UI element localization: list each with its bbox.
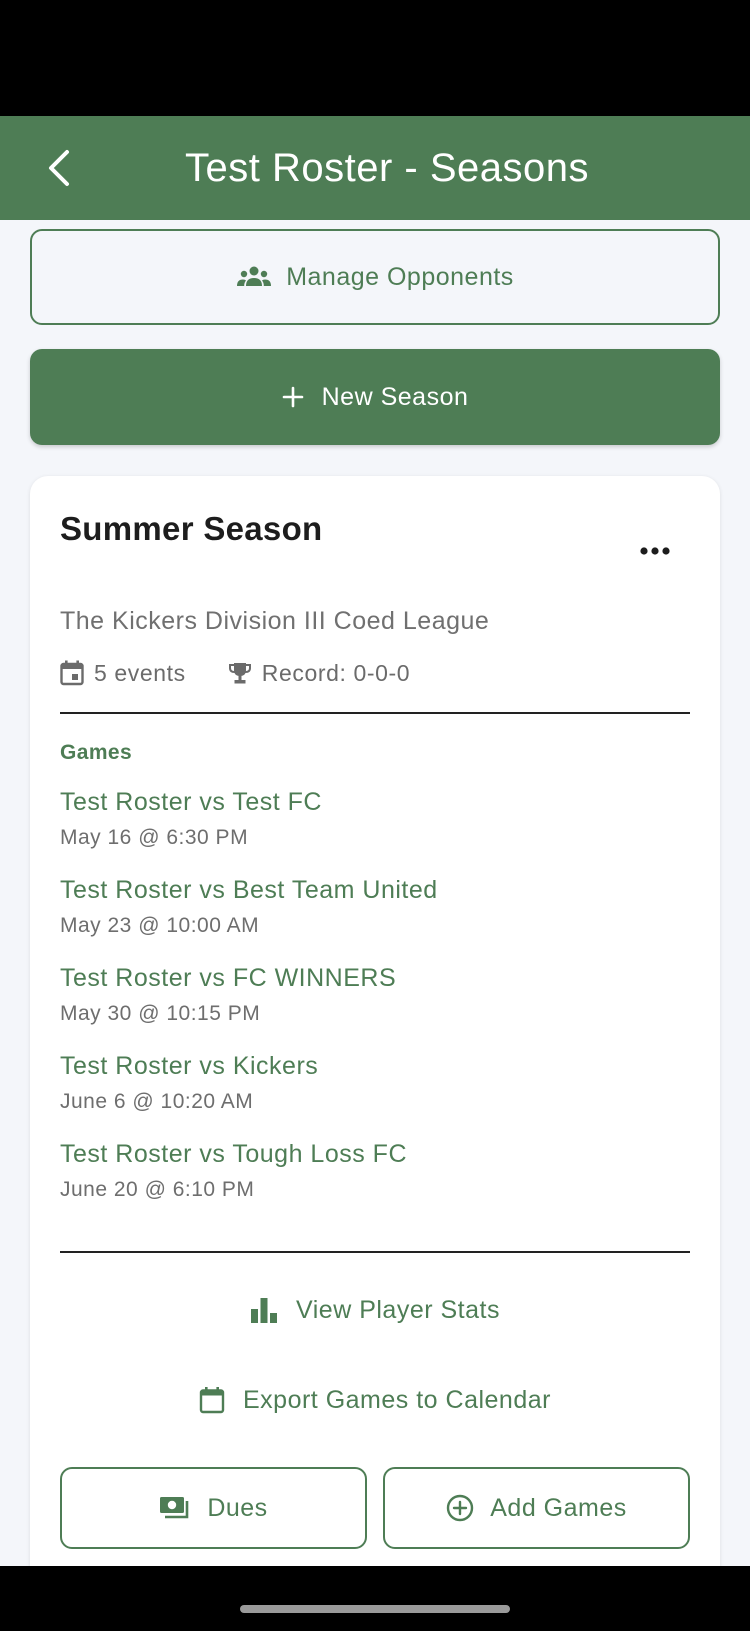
view-player-stats-button[interactable]: View Player Stats <box>30 1280 720 1340</box>
export-calendar-label: Export Games to Calendar <box>243 1385 551 1414</box>
status-bar <box>0 0 750 116</box>
game-time: June 20 @ 6:10 PM <box>60 1178 255 1201</box>
games-heading: Games <box>60 741 133 764</box>
game-title: Test Roster vs Test FC <box>60 788 322 816</box>
game-time: June 6 @ 10:20 AM <box>60 1090 254 1113</box>
games-list: Test Roster vs Test FC May 16 @ 6:30 PM … <box>60 787 690 1227</box>
add-circle-icon <box>446 1494 474 1522</box>
add-games-label: Add Games <box>490 1493 627 1522</box>
add-games-button[interactable]: Add Games <box>383 1467 690 1549</box>
season-title: Summer Season <box>60 510 323 547</box>
new-season-button[interactable]: New Season <box>30 349 720 445</box>
game-item[interactable]: Test Roster vs Test FC May 16 @ 6:30 PM <box>60 787 690 875</box>
game-title: Test Roster vs Kickers <box>60 1052 319 1080</box>
game-item[interactable]: Test Roster vs Best Team United May 23 @… <box>60 875 690 963</box>
game-item[interactable]: Test Roster vs Tough Loss FC June 20 @ 6… <box>60 1139 690 1227</box>
manage-opponents-button[interactable]: Manage Opponents <box>30 229 720 325</box>
money-icon <box>159 1496 191 1520</box>
game-time: May 16 @ 6:30 PM <box>60 826 249 849</box>
calendar-event-icon <box>60 660 84 686</box>
dues-button[interactable]: Dues <box>60 1467 367 1549</box>
dues-label: Dues <box>207 1493 268 1522</box>
divider <box>60 1251 690 1253</box>
game-title: Test Roster vs Best Team United <box>60 876 438 904</box>
bar-chart-icon <box>250 1297 278 1323</box>
divider <box>60 712 690 714</box>
game-time: May 30 @ 10:15 PM <box>60 1002 261 1025</box>
events-count: 5 events <box>60 660 186 687</box>
home-indicator[interactable] <box>240 1605 510 1613</box>
game-title: Test Roster vs FC WINNERS <box>60 964 397 992</box>
export-calendar-button[interactable]: Export Games to Calendar <box>30 1370 720 1430</box>
calendar-icon <box>199 1386 225 1414</box>
season-record: Record: 0-0-0 <box>228 660 410 687</box>
more-horizontal-icon <box>639 546 671 556</box>
manage-opponents-label: Manage Opponents <box>286 262 514 291</box>
plus-icon <box>282 386 304 408</box>
season-meta: 5 events Record: 0-0-0 <box>60 656 410 690</box>
game-time: May 23 @ 10:00 AM <box>60 914 260 937</box>
game-item[interactable]: Test Roster vs Kickers June 6 @ 10:20 AM <box>60 1051 690 1139</box>
trophy-icon <box>228 661 252 685</box>
season-card: Summer Season The Kickers Division III C… <box>30 476 720 1631</box>
view-player-stats-label: View Player Stats <box>296 1295 500 1324</box>
game-item[interactable]: Test Roster vs FC WINNERS May 30 @ 10:15… <box>60 963 690 1051</box>
new-season-label: New Season <box>321 382 469 411</box>
system-nav-bar <box>0 1566 750 1631</box>
events-count-label: 5 events <box>94 659 186 686</box>
page-title: Test Roster - Seasons <box>185 145 589 190</box>
group-icon <box>236 265 272 289</box>
app-header: Test Roster - Seasons <box>0 116 750 220</box>
league-name: The Kickers Division III Coed League <box>60 607 490 635</box>
season-menu-button[interactable] <box>630 536 680 566</box>
record-label: Record: 0-0-0 <box>261 659 411 686</box>
game-title: Test Roster vs Tough Loss FC <box>60 1140 408 1168</box>
